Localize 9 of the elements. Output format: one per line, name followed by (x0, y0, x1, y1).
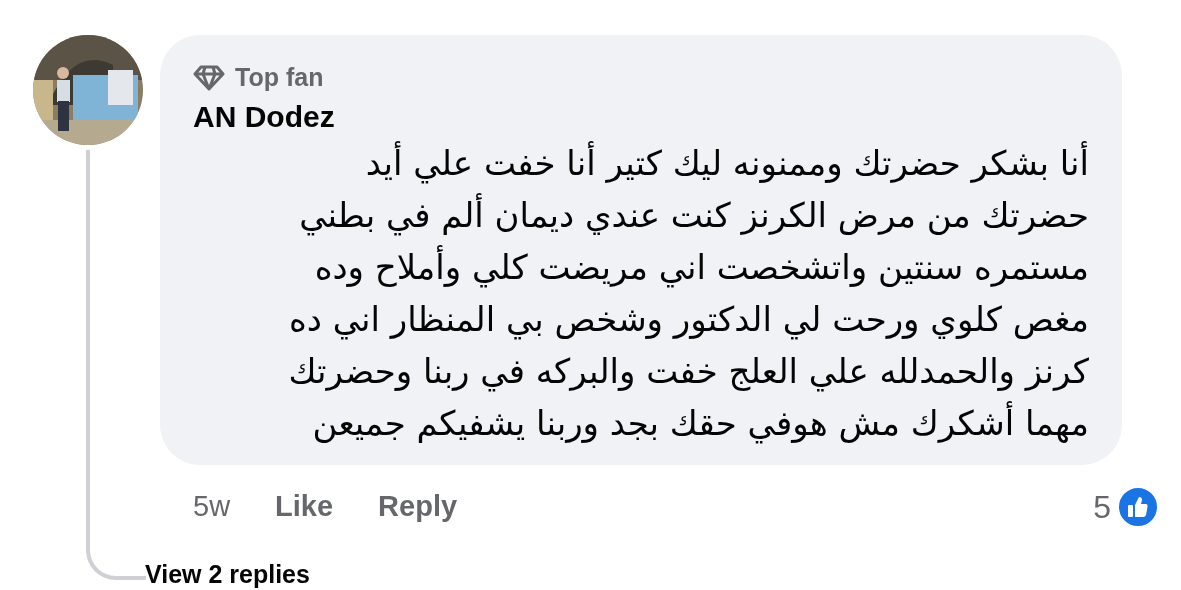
author-name[interactable]: AN Dodez (193, 96, 335, 137)
top-fan-label: Top fan (235, 62, 324, 93)
reply-link[interactable]: Reply (378, 484, 458, 529)
view-replies-link[interactable]: View 2 replies (145, 562, 310, 587)
reaction-count: 5 (1093, 487, 1111, 527)
diamond-icon (193, 64, 225, 91)
comment-text: أنا بشكر حضرتك وممنونه ليك كتير أنا خفت علي أيد حضرتك من مرض الكرنز كنت عندي ديمان ألم في بطني مستمره سنتين واتشخصت اني مريضت كلي وأملاح وده مغص كلوي ورحت لي الدكتور وشخص بي المنظار اني ده كرنز والحمدلله علي العلج خفت والبركه في ربنا وحضرتك مهما أشكرك مش هوفي حقك بجد وربنا يشفيكم جميعن (288, 140, 1089, 446)
like-link[interactable]: Like (275, 484, 334, 529)
comment-time: 5w (193, 488, 231, 524)
